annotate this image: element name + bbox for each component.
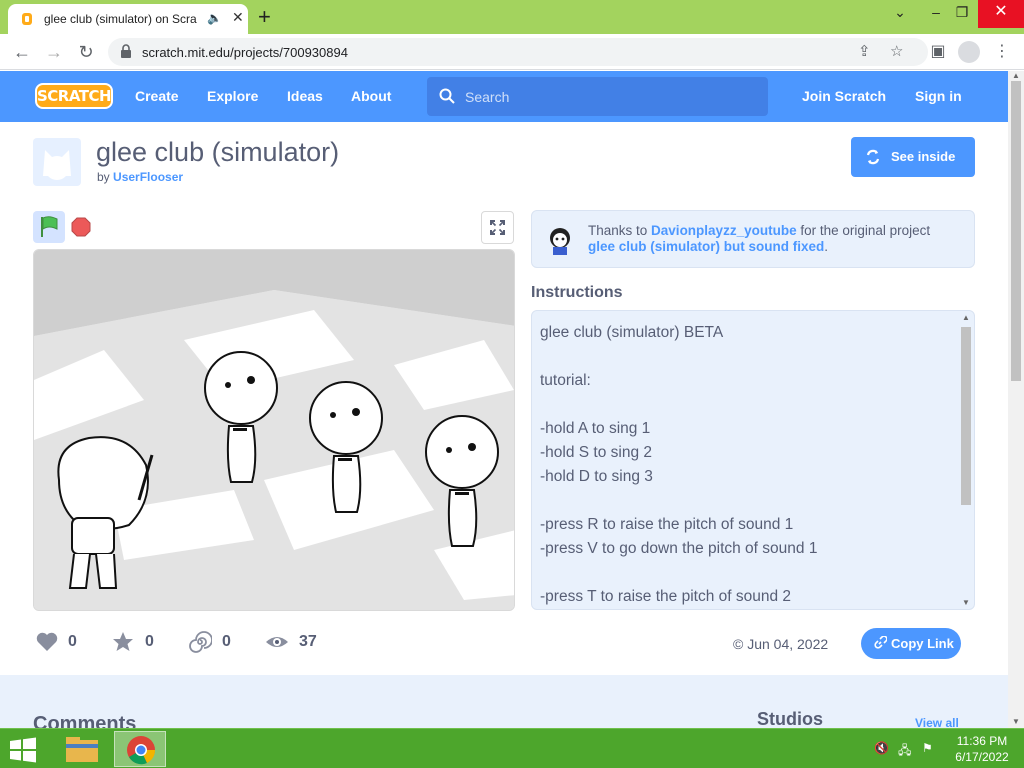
green-flag-button[interactable] — [33, 211, 65, 243]
forward-icon[interactable]: → — [40, 38, 68, 66]
tab-title: glee club (simulator) on Scra — [44, 12, 197, 26]
instructions-heading: Instructions — [531, 284, 623, 301]
project-author-line: by UserFlooser — [97, 170, 183, 184]
stop-sign-icon[interactable] — [71, 217, 91, 237]
remix-credits-panel: Thanks to Davionplayzz_youtube for the o… — [531, 210, 975, 268]
see-inside-button[interactable]: See inside — [851, 137, 975, 177]
folder-icon — [66, 737, 98, 762]
instructions-scrollbar[interactable]: ▲ ▼ — [958, 311, 974, 609]
scratch-navbar: SCRATCH Create Explore Ideas About Join … — [0, 71, 1008, 122]
join-scratch-link[interactable]: Join Scratch — [802, 88, 886, 104]
instructions-text: glee club (simulator) BETA tutorial: -ho… — [540, 324, 818, 605]
scroll-up-icon[interactable]: ▲ — [962, 313, 970, 322]
new-tab-button[interactable]: + — [258, 3, 271, 31]
instructions-box[interactable]: glee club (simulator) BETA tutorial: -ho… — [531, 310, 975, 610]
lock-icon[interactable] — [120, 44, 132, 58]
credit-user-link[interactable]: Davionplayzz_youtube — [651, 223, 797, 238]
favorite-count: 0 — [145, 633, 154, 650]
back-icon[interactable]: ← — [8, 38, 36, 66]
share-icon[interactable]: ⇪ — [858, 42, 871, 60]
remix-arrows-icon — [866, 149, 880, 165]
star-icon — [113, 632, 133, 651]
views-count: 37 — [299, 633, 317, 650]
profile-avatar-icon[interactable] — [958, 41, 980, 63]
credits-text: Thanks to Davionplayzz_youtube for the o… — [588, 223, 968, 255]
credits-mid-text: for the original project — [800, 223, 931, 238]
volume-muted-icon[interactable]: 🔇 — [874, 741, 889, 755]
scratch-cat-avatar-icon — [43, 150, 71, 180]
chrome-icon — [127, 736, 156, 765]
search-icon — [439, 88, 455, 104]
eye-icon — [266, 637, 288, 647]
tab-close-icon[interactable]: ✕ — [232, 9, 244, 26]
heart-icon — [36, 632, 58, 651]
page-scroll-up-icon[interactable]: ▲ — [1012, 71, 1020, 80]
studios-heading: Studios — [757, 709, 823, 729]
side-panel-icon[interactable]: ▣ — [924, 38, 952, 66]
credits-end: . — [824, 239, 829, 254]
shared-date: © Jun 04, 2022 — [733, 636, 829, 652]
search-input[interactable] — [465, 86, 755, 108]
page-scroll-down-icon[interactable]: ▼ — [1012, 717, 1020, 726]
chrome-taskbar-button[interactable] — [114, 731, 166, 767]
browser-tab[interactable]: glee club (simulator) on Scra 🔈 ✕ — [8, 4, 248, 34]
scroll-down-icon[interactable]: ▼ — [962, 598, 970, 607]
page-scroll-thumb[interactable] — [1011, 81, 1021, 381]
system-clock[interactable]: 11:36 PM 6/17/2022 — [952, 733, 1012, 765]
project-thumbnail — [33, 138, 81, 186]
action-center-icon[interactable]: ⚑ — [922, 741, 933, 755]
clock-date: 6/17/2022 — [955, 750, 1009, 764]
author-link[interactable]: UserFlooser — [113, 170, 183, 184]
fullscreen-button[interactable] — [481, 211, 514, 244]
chrome-menu-icon[interactable]: ⋮ — [988, 38, 1016, 66]
link-icon — [874, 636, 887, 649]
credit-user-avatar[interactable] — [544, 223, 576, 255]
copy-link-button[interactable]: Copy Link — [861, 628, 961, 659]
remix-spiral-icon — [189, 631, 212, 653]
by-label: by — [97, 170, 110, 184]
reload-icon[interactable]: ↻ — [72, 38, 100, 66]
green-flag-icon — [41, 216, 58, 237]
windows-start-icon[interactable] — [8, 737, 38, 763]
clock-time: 11:36 PM — [956, 734, 1008, 748]
nav-explore[interactable]: Explore — [207, 88, 258, 104]
browser-tab-strip: glee club (simulator) on Scra 🔈 ✕ + ⌄ – … — [0, 0, 1024, 34]
browser-toolbar: ← → ↻ scratch.mit.edu/projects/700930894… — [0, 34, 1024, 70]
see-inside-label: See inside — [891, 149, 956, 164]
network-icon[interactable]: 🖧 — [898, 741, 911, 762]
nav-about[interactable]: About — [351, 88, 391, 104]
restore-button[interactable]: ❐ — [944, 0, 980, 28]
project-stage[interactable] — [33, 249, 515, 611]
project-title: glee club (simulator) — [96, 137, 340, 167]
search-box[interactable] — [427, 77, 768, 116]
project-page: glee club (simulator) by UserFlooser See… — [0, 122, 1008, 735]
bookmark-star-icon[interactable]: ☆ — [890, 42, 903, 60]
windows-taskbar: 🔇 🖧 ⚑ 11:36 PM 6/17/2022 — [0, 728, 1024, 768]
scratch-favicon-icon — [22, 13, 32, 25]
thanks-prefix: Thanks to — [588, 223, 648, 238]
nav-create[interactable]: Create — [135, 88, 179, 104]
file-explorer-taskbar-button[interactable] — [56, 731, 108, 767]
fullscreen-icon — [490, 220, 505, 235]
audio-playing-icon[interactable]: 🔈 — [207, 11, 222, 25]
page-scrollbar[interactable]: ▲ ▼ — [1008, 71, 1024, 728]
remix-count: 0 — [222, 633, 231, 650]
lower-section: Comments Studios View all — [0, 675, 1008, 735]
tab-search-button[interactable]: ⌄ — [882, 0, 918, 28]
original-project-link[interactable]: glee club (simulator) but sound fixed — [588, 239, 824, 254]
sign-in-link[interactable]: Sign in — [915, 88, 962, 104]
copy-link-label: Copy Link — [891, 636, 954, 651]
stage-canvas[interactable] — [34, 250, 515, 611]
love-count: 0 — [68, 633, 77, 650]
scratch-logo[interactable]: SCRATCH — [35, 83, 113, 109]
url-text[interactable]: scratch.mit.edu/projects/700930894 — [142, 45, 348, 60]
nav-ideas[interactable]: Ideas — [287, 88, 323, 104]
window-close-button[interactable]: ✕ — [978, 0, 1024, 28]
instructions-scroll-thumb[interactable] — [961, 327, 971, 505]
address-bar[interactable]: scratch.mit.edu/projects/700930894 ⇪ ☆ — [108, 38, 928, 66]
